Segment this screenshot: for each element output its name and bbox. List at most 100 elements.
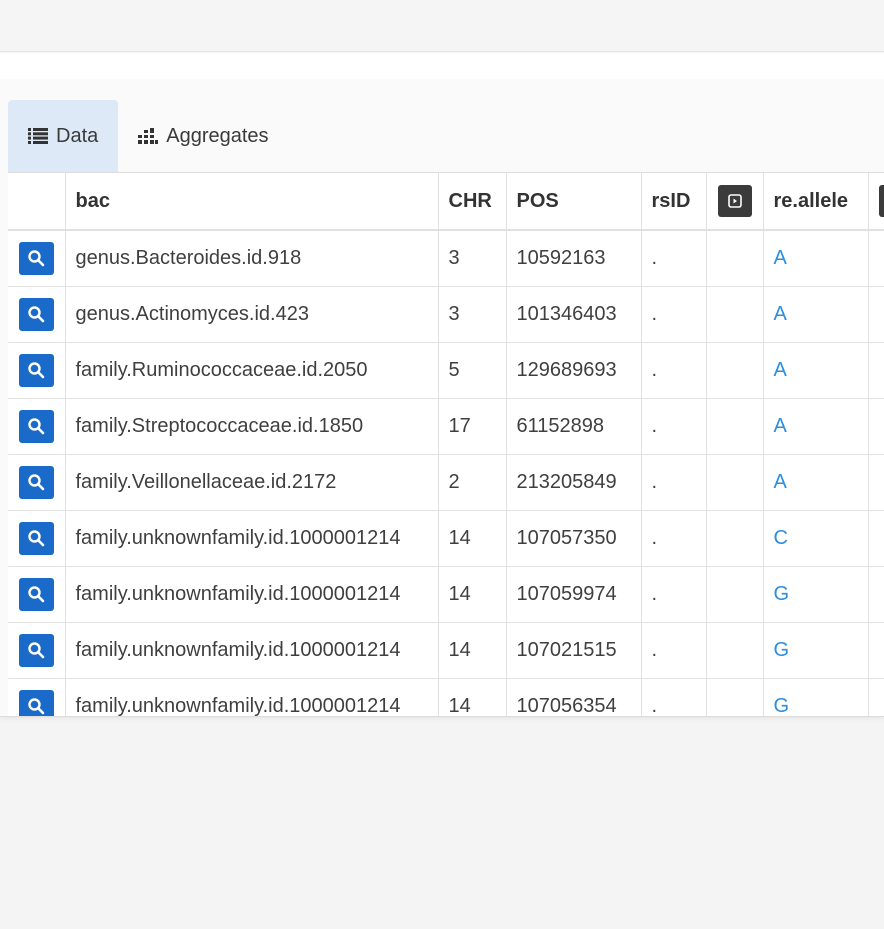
header-re-allele[interactable]: re.allele: [763, 173, 869, 231]
bar-chart-icon: [138, 128, 159, 144]
spacer: [0, 53, 884, 79]
cell-chr: 17: [438, 398, 507, 455]
cell-empty: [706, 622, 764, 679]
cell-pos: 61152898: [506, 398, 642, 455]
cell-chr: 14: [438, 566, 507, 623]
cell-rsid: .: [641, 454, 707, 511]
header-column-toggle: [706, 173, 764, 231]
row-action-cell: [8, 286, 66, 343]
cell-pos: 101346403: [506, 286, 642, 343]
table-row: family.unknownfamily.id.1000001214 14 1070…: [8, 622, 884, 679]
search-icon: [27, 305, 45, 323]
cell-rsid: .: [641, 566, 707, 623]
cell-re-allele[interactable]: A: [763, 454, 869, 511]
cell-edge: [868, 398, 884, 455]
cell-bac: family.unknownfamily.id.1000001214: [65, 566, 439, 623]
cell-pos: 107059974: [506, 566, 642, 623]
cell-re-allele[interactable]: A: [763, 286, 869, 343]
row-search-button[interactable]: [18, 241, 54, 275]
search-icon: [27, 529, 45, 547]
table-row: family.Ruminococcaceae.id.2050 5 129689693…: [8, 342, 884, 399]
cell-re-allele[interactable]: A: [763, 342, 869, 399]
cell-pos: 107057350: [506, 510, 642, 567]
tab-bar: Data Aggregates: [8, 100, 289, 172]
table-row: family.Veillonellaceae.id.2172 2 213205849…: [8, 454, 884, 511]
tab-aggregates[interactable]: Aggregates: [118, 100, 288, 172]
cell-re-allele[interactable]: A: [763, 398, 869, 455]
table-row: family.Streptococcaceae.id.1850 17 6115289…: [8, 398, 884, 455]
top-bar: [0, 0, 884, 52]
cell-bac: genus.Actinomyces.id.423: [65, 286, 439, 343]
row-search-button[interactable]: [18, 521, 54, 555]
search-icon: [27, 417, 45, 435]
cell-bac: family.Veillonellaceae.id.2172: [65, 454, 439, 511]
row-search-button[interactable]: [18, 465, 54, 499]
cell-bac: family.unknownfamily.id.1000001214: [65, 510, 439, 567]
row-action-cell: [8, 454, 66, 511]
header-bac[interactable]: bac: [65, 173, 439, 231]
cell-edge: [868, 342, 884, 399]
cell-edge: [868, 678, 884, 716]
row-search-button[interactable]: [18, 689, 54, 716]
row-search-button[interactable]: [18, 633, 54, 667]
table-row: family.unknownfamily.id.1000001214 14 1070…: [8, 566, 884, 623]
cell-edge: [868, 622, 884, 679]
cell-re-allele[interactable]: G: [763, 622, 869, 679]
cell-edge: [868, 510, 884, 567]
header-edge: [868, 173, 884, 231]
row-search-button[interactable]: [18, 409, 54, 443]
cell-pos: 107021515: [506, 622, 642, 679]
row-search-button[interactable]: [18, 297, 54, 331]
cell-re-allele[interactable]: G: [763, 678, 869, 716]
column-menu-button[interactable]: [717, 185, 752, 217]
search-icon: [27, 249, 45, 267]
cell-rsid: .: [641, 622, 707, 679]
cell-bac: family.unknownfamily.id.1000001214: [65, 678, 439, 716]
cell-empty: [706, 230, 764, 287]
cell-chr: 5: [438, 342, 507, 399]
cell-empty: [706, 566, 764, 623]
cell-rsid: .: [641, 342, 707, 399]
table-row: genus.Actinomyces.id.423 3 101346403. A: [8, 286, 884, 343]
row-action-cell: [8, 510, 66, 567]
cell-edge: [868, 454, 884, 511]
cell-re-allele[interactable]: G: [763, 566, 869, 623]
row-action-cell: [8, 566, 66, 623]
search-icon: [27, 585, 45, 603]
tab-data[interactable]: Data: [8, 100, 119, 172]
cell-pos: 129689693: [506, 342, 642, 399]
row-action-cell: [8, 678, 66, 716]
cell-edge: [868, 566, 884, 623]
cell-empty: [706, 510, 764, 567]
cell-empty: [706, 454, 764, 511]
row-search-button[interactable]: [18, 577, 54, 611]
header-rsid[interactable]: rsID: [641, 173, 707, 231]
header-chr[interactable]: CHR: [438, 173, 507, 231]
cell-rsid: .: [641, 678, 707, 716]
cell-chr: 14: [438, 678, 507, 716]
cell-pos: 10592163: [506, 230, 642, 287]
table-row: family.unknownfamily.id.1000001214 14 1070…: [8, 510, 884, 567]
column-menu-button-partial[interactable]: [878, 185, 884, 217]
cell-re-allele[interactable]: C: [763, 510, 869, 567]
table-row: genus.Bacteroides.id.918 3 10592163. A: [8, 230, 884, 287]
row-search-button[interactable]: [18, 353, 54, 387]
header-action: [8, 173, 66, 231]
row-action-cell: [8, 398, 66, 455]
cell-chr: 14: [438, 622, 507, 679]
tab-aggregates-label: Aggregates: [166, 124, 269, 147]
cell-empty: [706, 286, 764, 343]
search-icon: [27, 473, 45, 491]
data-panel: Data Aggregates bac CHR POS rsID re.alle…: [0, 79, 884, 717]
header-pos[interactable]: POS: [506, 173, 642, 231]
row-action-cell: [8, 230, 66, 287]
cell-bac: family.unknownfamily.id.1000001214: [65, 622, 439, 679]
search-icon: [27, 697, 45, 715]
data-table: bac CHR POS rsID re.allele genus.Bactero…: [8, 173, 884, 716]
cell-re-allele[interactable]: A: [763, 230, 869, 287]
search-icon: [27, 361, 45, 379]
cell-rsid: .: [641, 398, 707, 455]
cell-bac: genus.Bacteroides.id.918: [65, 230, 439, 287]
cell-chr: 14: [438, 510, 507, 567]
cell-chr: 3: [438, 230, 507, 287]
